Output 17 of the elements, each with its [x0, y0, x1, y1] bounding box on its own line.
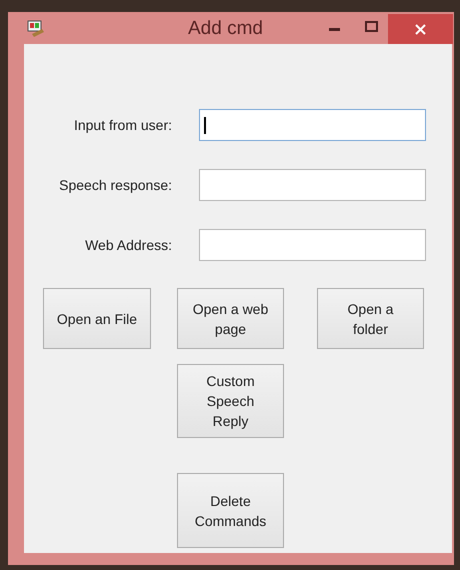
- command-button[interactable]: Open an File: [43, 288, 151, 349]
- text-cursor: [204, 116, 206, 134]
- text-field[interactable]: [199, 109, 426, 141]
- close-icon: [415, 24, 426, 34]
- command-button[interactable]: Delete Commands: [177, 473, 284, 548]
- close-button[interactable]: [388, 14, 453, 44]
- command-button[interactable]: Open a web page: [177, 288, 284, 349]
- window-title: Add cmd: [188, 17, 263, 41]
- command-button[interactable]: Open a folder: [317, 288, 424, 349]
- command-button[interactable]: Custom Speech Reply: [177, 364, 284, 438]
- app-icon: [26, 20, 46, 38]
- field-label: Input from user:: [72, 116, 172, 135]
- text-field[interactable]: [199, 169, 426, 201]
- maximize-icon[interactable]: [365, 21, 378, 32]
- field-label: Web Address:: [84, 236, 172, 254]
- text-field[interactable]: [199, 229, 426, 261]
- field-label: Speech response:: [58, 176, 172, 195]
